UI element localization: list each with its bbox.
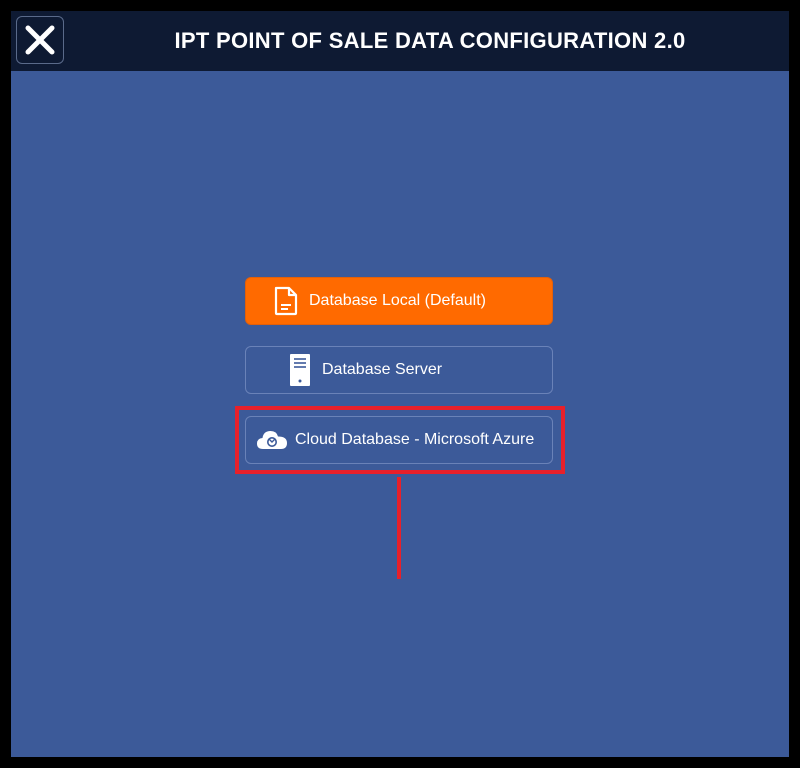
- highlight-pointer-line: [397, 477, 401, 579]
- document-icon: [272, 285, 300, 317]
- window-title: IPT POINT OF SALE DATA CONFIGURATION 2.0: [174, 28, 686, 53]
- cloud-database-label: Cloud Database - Microsoft Azure: [295, 431, 535, 448]
- cloud-icon: [255, 428, 289, 452]
- title-bar: IPT POINT OF SALE DATA CONFIGURATION 2.0: [11, 11, 789, 71]
- database-local-button[interactable]: Database Local (Default): [245, 277, 553, 325]
- database-server-label: Database Server: [322, 361, 443, 378]
- close-button[interactable]: [16, 16, 64, 64]
- cloud-database-button[interactable]: Cloud Database - Microsoft Azure: [245, 416, 553, 464]
- database-server-button[interactable]: Database Server: [245, 346, 553, 394]
- server-icon: [289, 353, 311, 387]
- config-window: IPT POINT OF SALE DATA CONFIGURATION 2.0…: [11, 11, 789, 757]
- database-local-label: Database Local (Default): [309, 292, 486, 309]
- close-icon: [25, 25, 55, 55]
